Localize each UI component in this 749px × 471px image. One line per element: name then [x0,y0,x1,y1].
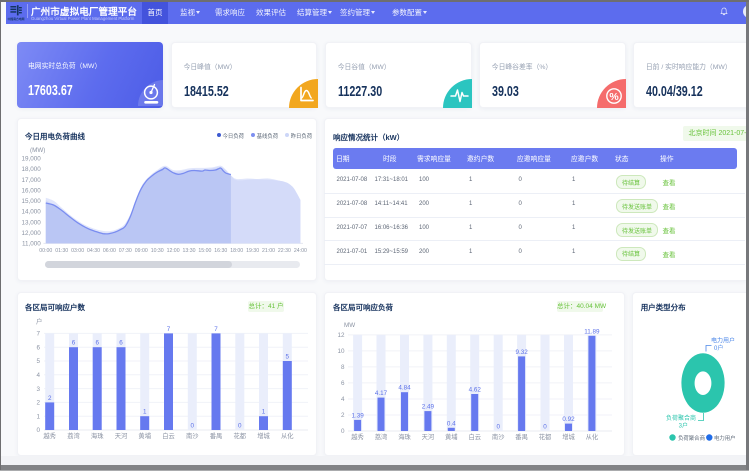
svg-text:1: 1 [36,413,40,420]
svg-text:2: 2 [341,412,345,419]
svg-text:MW: MW [344,322,355,329]
svg-text:10:30: 10:30 [151,248,164,254]
svg-text:3: 3 [36,386,40,393]
svg-text:15:00: 15:00 [198,248,211,254]
svg-text:0: 0 [238,423,242,430]
svg-text:0.92: 0.92 [563,416,576,423]
svg-text:18:00: 18:00 [230,248,243,254]
svg-text:13:30: 13:30 [183,248,196,254]
svg-text:3户: 3户 [678,422,687,430]
svg-text:14,000: 14,000 [22,209,42,216]
svg-text:6: 6 [119,340,123,347]
svg-text:黄埔: 黄埔 [138,431,151,440]
svg-text:11,000: 11,000 [22,241,41,248]
svg-text:越秀: 越秀 [43,431,56,440]
svg-text:5: 5 [36,358,40,365]
svg-text:越秀: 越秀 [352,432,365,441]
svg-text:6: 6 [36,344,40,351]
svg-text:24:00: 24:00 [294,248,307,254]
svg-text:花都: 花都 [234,431,247,440]
svg-text:4.62: 4.62 [469,387,482,394]
svg-text:2.49: 2.49 [422,404,435,411]
svg-text:黄埔: 黄埔 [445,432,458,441]
svg-text:5: 5 [286,354,290,361]
svg-text:19:30: 19:30 [246,248,259,254]
svg-text:17,000: 17,000 [22,177,42,184]
svg-text:南沙: 南沙 [492,432,505,441]
svg-text:2: 2 [48,395,52,402]
svg-text:6: 6 [72,340,76,347]
svg-text:15,000: 15,000 [22,198,42,205]
svg-text:00:00: 00:00 [39,248,52,254]
svg-text:1: 1 [262,409,266,416]
svg-text:0: 0 [544,424,548,431]
svg-text:16:30: 16:30 [214,248,227,254]
svg-text:天河: 天河 [422,433,435,441]
svg-text:13,000: 13,000 [22,219,42,226]
svg-text:03:00: 03:00 [71,248,84,254]
svg-text:负荷聚合商: 负荷聚合商 [665,414,695,422]
svg-text:4: 4 [36,372,40,379]
svg-text:7: 7 [36,331,40,338]
svg-text:0户: 0户 [714,344,723,352]
svg-text:19,000: 19,000 [22,156,42,163]
svg-text:电力用户: 电力用户 [714,434,736,442]
svg-text:番禺: 番禺 [210,432,223,440]
svg-text:01:30: 01:30 [55,248,68,254]
svg-text:10: 10 [338,348,346,355]
svg-text:荔湾: 荔湾 [375,432,388,441]
svg-text:海珠: 海珠 [399,432,412,441]
svg-text:0: 0 [191,423,195,430]
svg-text:7: 7 [167,326,171,333]
svg-text:南沙: 南沙 [186,431,199,440]
svg-text:户: 户 [36,317,42,326]
svg-text:白云: 白云 [469,432,482,441]
svg-text:白云: 白云 [162,431,175,440]
svg-text:04:30: 04:30 [87,248,100,254]
svg-text:0: 0 [341,428,345,435]
svg-text:增城: 增城 [563,432,576,441]
svg-text:18,000: 18,000 [22,166,42,173]
svg-text:06:00: 06:00 [103,248,116,254]
svg-text:%: % [609,90,619,102]
svg-text:9.32: 9.32 [516,349,529,356]
svg-text:花都: 花都 [539,432,552,441]
svg-text:12:00: 12:00 [167,248,180,254]
svg-text:4: 4 [341,396,345,403]
svg-text:8: 8 [341,364,345,371]
svg-text:0.4: 0.4 [447,420,456,427]
svg-text:16,000: 16,000 [22,187,42,194]
svg-text:12: 12 [338,332,346,339]
svg-text:1.39: 1.39 [352,412,365,419]
svg-text:22:30: 22:30 [278,248,291,254]
svg-text:从化: 从化 [586,432,599,441]
svg-text:负荷聚合商: 负荷聚合商 [678,434,706,442]
svg-text:6: 6 [95,340,99,347]
svg-text:7: 7 [214,326,218,333]
svg-text:12,000: 12,000 [22,230,42,237]
svg-text:荔湾: 荔湾 [67,431,80,440]
svg-text:1: 1 [143,409,147,416]
svg-text:11.89: 11.89 [585,328,601,335]
svg-text:电力用户: 电力用户 [711,337,735,345]
svg-text:增城: 增城 [257,431,270,440]
svg-text:4.84: 4.84 [399,385,412,392]
svg-text:21:00: 21:00 [262,248,275,254]
svg-text:从化: 从化 [281,431,294,440]
svg-text:09:00: 09:00 [135,248,148,254]
svg-text:0: 0 [36,427,40,434]
svg-text:天河: 天河 [115,432,128,440]
svg-text:海珠: 海珠 [91,431,104,440]
svg-text:2: 2 [36,400,40,407]
svg-text:4.17: 4.17 [375,390,388,397]
svg-text:07:30: 07:30 [119,248,132,254]
svg-text:番禺: 番禺 [516,433,529,441]
svg-text:0: 0 [497,424,501,431]
svg-text:6: 6 [341,380,345,387]
